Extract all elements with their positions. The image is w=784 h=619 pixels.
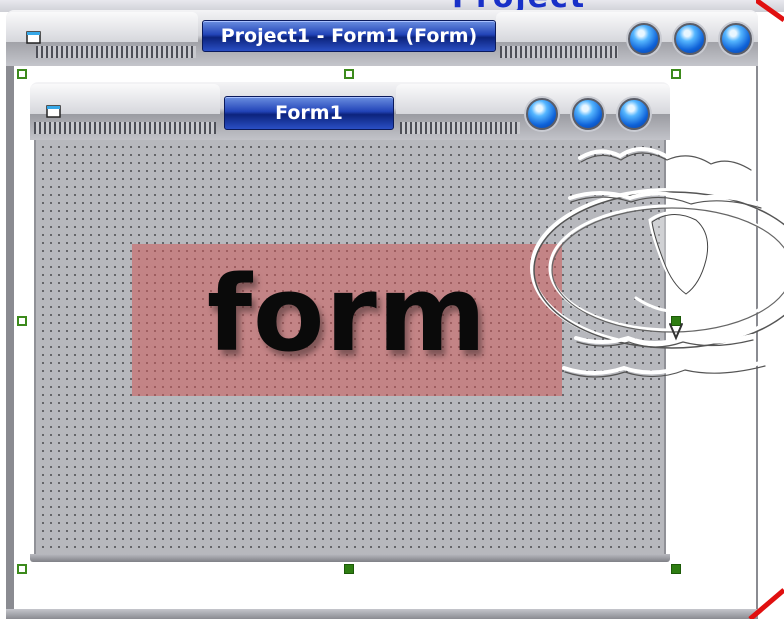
titlebar-grip-right [500,46,618,58]
form1-titlebar-grip-right [400,122,520,134]
form-label-text: form [206,253,488,375]
sizing-handle-icon[interactable] [671,564,681,574]
form1-design-surface[interactable]: form [34,140,666,554]
sizing-handle-icon[interactable] [344,564,354,574]
sizing-handle-icon[interactable] [17,564,27,574]
form1-titlebar[interactable]: Form1 [30,82,670,140]
sizing-handle-icon[interactable] [671,69,681,79]
minimize-orb-button[interactable] [628,23,660,55]
form1-title: Form1 [224,96,394,130]
sizing-handle-icon[interactable] [671,316,681,326]
form1-bottom-border [30,554,670,562]
form1-minimize-orb-button[interactable] [526,98,558,130]
sizing-handle-icon[interactable] [17,69,27,79]
sizing-handle-icon[interactable] [17,316,27,326]
form1-titlebar-grip [34,122,216,134]
designer-window-title: Project1 - Form1 (Form) [202,20,496,52]
designer-titlebar[interactable]: Project1 - Form1 (Form) [6,10,758,66]
sizing-handle-icon[interactable] [344,69,354,79]
form1-close-orb-button[interactable] [618,98,650,130]
window-icon[interactable] [26,31,42,45]
titlebar-right-tab [496,12,758,42]
maximize-orb-button[interactable] [674,23,706,55]
designer-bottom-border [6,609,758,619]
close-orb-button[interactable] [720,23,752,55]
titlebar-grip [36,46,196,58]
form1-window[interactable]: Form1 form [30,82,670,562]
form1-maximize-orb-button[interactable] [572,98,604,130]
form-label-control[interactable]: form [132,244,562,396]
window-icon[interactable] [46,105,62,119]
